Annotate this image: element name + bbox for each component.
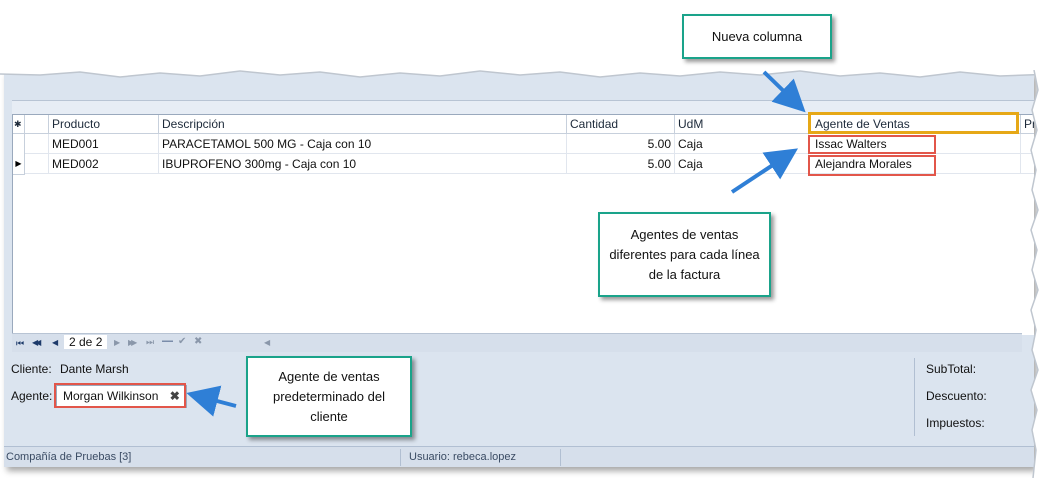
cancel-edit-icon[interactable]: ✖ [194, 336, 202, 347]
torn-edge-right [1030, 70, 1054, 478]
status-bar: Compañía de Pruebas [3] Usuario: rebeca.… [4, 446, 1034, 467]
cell-udm[interactable]: Caja [675, 134, 809, 154]
new-column-highlight [808, 112, 1019, 134]
cell-cantidad[interactable]: 5.00 [567, 154, 675, 174]
next-page-icon[interactable]: ▶▶ [128, 338, 137, 347]
torn-edge-top [0, 62, 1054, 78]
next-record-icon[interactable]: ▶ [114, 338, 120, 347]
last-record-icon[interactable]: ⏭ [146, 337, 154, 348]
subtotal-label: SubTotal: [926, 362, 977, 376]
delete-record-icon[interactable]: — [162, 335, 173, 347]
descuento-label: Descuento: [926, 389, 987, 403]
current-row-indicator-icon[interactable]: ▶ [13, 154, 25, 175]
impuestos-label: Impuestos: [926, 416, 985, 430]
cell-producto[interactable]: MED001 [49, 134, 159, 154]
row-agent-highlight [808, 135, 936, 154]
cell-descripcion[interactable]: PARACETAMOL 500 MG - Caja con 10 [159, 134, 567, 154]
cell-udm[interactable]: Caja [675, 154, 809, 174]
callout-nueva-columna: Nueva columna [682, 14, 832, 59]
callout-agentes-por-linea: Agentes de ventas diferentes para cada l… [598, 212, 771, 297]
cell-descripcion[interactable]: IBUPROFENO 300mg - Caja con 10 [159, 154, 567, 174]
row-agent-highlight [808, 155, 936, 176]
agente-label: Agente: [11, 389, 53, 403]
screenshot: ✱ Producto Descripción Cantidad UdM Agen… [0, 0, 1054, 478]
column-header-cantidad[interactable]: Cantidad [567, 115, 675, 134]
status-divider [400, 449, 401, 466]
row-blank [25, 154, 49, 174]
cliente-label: Cliente: [11, 362, 52, 376]
record-position: 2 de 2 [64, 335, 108, 349]
prev-record-icon[interactable]: ◀ [52, 338, 58, 347]
totals-divider [914, 358, 915, 436]
cliente-value: Dante Marsh [60, 362, 129, 376]
company-status: Compañía de Pruebas [3] [6, 451, 132, 463]
cell-cantidad[interactable]: 5.00 [567, 134, 675, 154]
scroll-left-icon[interactable]: ◀ [264, 338, 270, 347]
user-status: Usuario: rebeca.lopez [409, 451, 517, 463]
default-agent-highlight [54, 383, 186, 408]
column-header-descripcion[interactable]: Descripción [159, 115, 567, 134]
header-blank [25, 115, 49, 134]
prev-page-icon[interactable]: ◀◀ [32, 338, 41, 347]
row-blank [25, 134, 49, 154]
new-row-indicator-icon[interactable]: ✱ [13, 115, 25, 134]
first-record-icon[interactable]: ⏮ [16, 338, 24, 349]
status-divider [560, 449, 561, 466]
column-header-producto[interactable]: Producto [49, 115, 159, 134]
column-header-udm[interactable]: UdM [675, 115, 809, 134]
accept-edit-icon[interactable]: ✔ [178, 336, 186, 347]
cell-producto[interactable]: MED002 [49, 154, 159, 174]
record-navigator: ⏮ ◀◀ ◀ 2 de 2 ▶ ▶▶ ⏭ — ✔ ✖ ◀ [12, 333, 1022, 352]
row-selector[interactable] [13, 134, 25, 155]
callout-agente-predeterminado: Agente de ventas predeterminado del clie… [246, 356, 412, 437]
